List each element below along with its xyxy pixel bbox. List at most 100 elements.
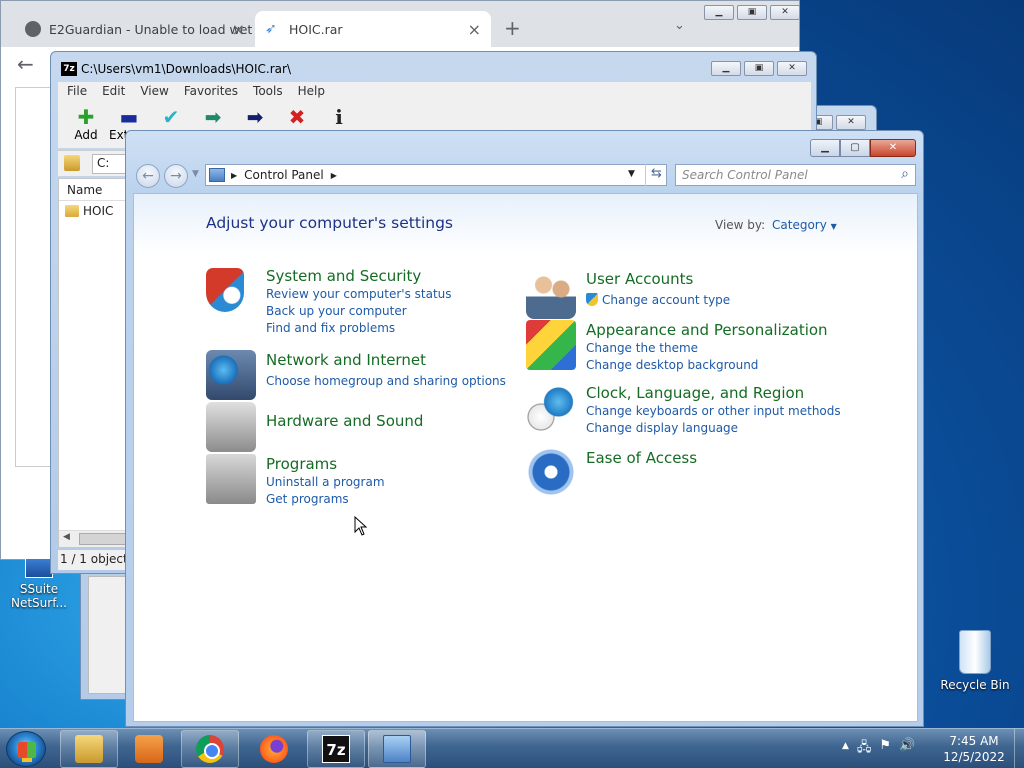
- category-user-accounts: User Accounts Change account type: [526, 269, 730, 319]
- category-link[interactable]: Change keyboards or other input methods: [586, 403, 841, 420]
- refresh-button[interactable]: ⇆: [645, 164, 667, 186]
- window-title: C:\Users\vm1\Downloads\HOIC.rar\: [81, 62, 291, 76]
- start-button[interactable]: [6, 731, 46, 767]
- scroll-thumb[interactable]: [79, 533, 127, 545]
- category-title[interactable]: User Accounts: [586, 269, 730, 289]
- shield-icon[interactable]: [206, 268, 244, 312]
- back-arrow-icon[interactable]: ←: [17, 52, 34, 76]
- menu-favorites[interactable]: Favorites: [177, 82, 246, 102]
- action-center-flag-icon[interactable]: ⚑: [879, 738, 891, 760]
- recycle-bin-icon: [959, 630, 991, 674]
- category-title[interactable]: Ease of Access: [586, 448, 697, 468]
- ssuite-netsurfer-icon: [25, 558, 53, 578]
- browser-tab-e2guardian[interactable]: E2Guardian - Unable to load wet ×: [15, 11, 255, 47]
- ease-of-access-icon[interactable]: [526, 447, 576, 497]
- delete-button[interactable]: ✖: [277, 106, 317, 128]
- taskbar-clock[interactable]: 7:45 AM 12/5/2022: [940, 733, 1008, 765]
- category-network-internet: Network and Internet Choose homegroup an…: [206, 350, 506, 400]
- category-link[interactable]: Uninstall a program: [266, 474, 385, 491]
- search-icon[interactable]: ⌕: [901, 166, 909, 182]
- category-link[interactable]: Choose homegroup and sharing options: [266, 373, 506, 390]
- browser-tab-hoic[interactable]: ➶ HOIC.rar ×: [255, 11, 491, 47]
- tab-search-chevron-icon[interactable]: ⌄: [674, 18, 685, 33]
- menu-tools[interactable]: Tools: [246, 82, 291, 102]
- network-icon[interactable]: [206, 350, 256, 400]
- menu-edit[interactable]: Edit: [95, 82, 133, 102]
- taskbar-explorer[interactable]: [60, 730, 118, 768]
- menu-help[interactable]: Help: [291, 82, 333, 102]
- close-button[interactable]: ✕: [836, 115, 866, 130]
- taskbar-chrome[interactable]: [181, 730, 239, 768]
- taskbar-control-panel[interactable]: [368, 730, 426, 768]
- control-panel-window: ▁ ▢ ✕ ← → ▼ ▶ Control Panel ▶ ▼ ⇆ Search…: [125, 130, 924, 727]
- breadcrumb-separator-icon[interactable]: ▶: [331, 171, 337, 180]
- scroll-left-icon[interactable]: ◀: [63, 532, 70, 542]
- move-button[interactable]: ➡: [235, 106, 275, 128]
- menu-view[interactable]: View: [133, 82, 176, 102]
- printer-speaker-icon[interactable]: [206, 402, 256, 452]
- close-button[interactable]: ✕: [870, 139, 916, 157]
- test-button[interactable]: ✔: [151, 106, 191, 128]
- search-input[interactable]: Search Control Panel ⌕: [675, 164, 916, 186]
- category-link[interactable]: Review your computer's status: [266, 286, 452, 303]
- maximize-button[interactable]: ▢: [840, 139, 870, 157]
- close-tab-icon[interactable]: ×: [468, 20, 481, 39]
- category-title[interactable]: System and Security: [266, 266, 452, 286]
- clock-globe-icon[interactable]: [526, 383, 576, 433]
- chrome-icon: [196, 735, 224, 763]
- volume-icon[interactable]: 🔊: [899, 738, 915, 760]
- programs-icon[interactable]: [206, 454, 256, 504]
- users-icon[interactable]: [526, 269, 576, 319]
- category-link[interactable]: Back up your computer: [266, 303, 452, 320]
- control-panel-small-icon: [209, 168, 225, 182]
- show-desktop-button[interactable]: [1014, 729, 1024, 768]
- add-button[interactable]: ✚ Add: [66, 106, 106, 142]
- address-dropdown-icon[interactable]: ▼: [628, 169, 635, 179]
- taskbar-media-player[interactable]: [120, 730, 178, 768]
- category-link[interactable]: Find and fix problems: [266, 320, 452, 337]
- view-by-dropdown[interactable]: Category ▼: [772, 218, 837, 232]
- category-link[interactable]: Change the theme: [586, 340, 828, 357]
- category-title[interactable]: Appearance and Personalization: [586, 320, 828, 340]
- breadcrumb[interactable]: Control Panel: [244, 168, 324, 182]
- category-title[interactable]: Hardware and Sound: [266, 411, 423, 431]
- globe-icon: [25, 21, 41, 37]
- info-button[interactable]: i: [319, 106, 359, 128]
- category-link[interactable]: Change desktop background: [586, 357, 828, 374]
- menu-file[interactable]: File: [60, 82, 95, 102]
- minimize-button[interactable]: ▁: [810, 139, 840, 157]
- maximize-button[interactable]: ▣: [744, 61, 774, 76]
- minimize-button[interactable]: ▁: [704, 5, 734, 20]
- category-title[interactable]: Clock, Language, and Region: [586, 383, 841, 403]
- minimize-button[interactable]: ▁: [711, 61, 741, 76]
- delete-icon: ✖: [288, 105, 306, 129]
- cp-address-bar[interactable]: ▶ Control Panel ▶ ▼: [205, 164, 667, 186]
- category-title[interactable]: Programs: [266, 454, 385, 474]
- category-link[interactable]: Change account type: [586, 292, 730, 309]
- network-tray-icon[interactable]: 🖧: [857, 738, 872, 760]
- category-link-label: Change account type: [602, 293, 731, 307]
- category-link[interactable]: Change display language: [586, 420, 841, 437]
- show-hidden-icons-icon[interactable]: ▲: [842, 741, 849, 760]
- mouse-cursor-icon: [354, 516, 368, 536]
- recent-pages-chevron-icon[interactable]: ▼: [192, 169, 199, 179]
- back-button[interactable]: ←: [136, 164, 160, 188]
- up-folder-icon[interactable]: [64, 155, 80, 171]
- view-by-value: Category: [772, 218, 827, 232]
- copy-button[interactable]: ➡: [193, 106, 233, 128]
- new-tab-button[interactable]: +: [504, 16, 521, 40]
- category-title[interactable]: Network and Internet: [266, 350, 506, 370]
- desktop-icon-recycle-bin[interactable]: Recycle Bin: [940, 630, 1010, 692]
- taskbar-firefox[interactable]: [245, 730, 303, 768]
- category-programs: Programs Uninstall a program Get program…: [206, 454, 385, 508]
- taskbar-7zip[interactable]: 7z: [307, 730, 365, 768]
- close-button[interactable]: ✕: [770, 5, 800, 20]
- close-button[interactable]: ✕: [777, 61, 807, 76]
- category-link[interactable]: Get programs: [266, 491, 385, 508]
- forward-button[interactable]: →: [164, 164, 188, 188]
- path-text: C:: [97, 156, 110, 170]
- close-tab-icon[interactable]: ×: [232, 20, 245, 39]
- cp-nav-buttons: ← → ▼: [136, 164, 206, 188]
- display-icon[interactable]: [526, 320, 576, 370]
- maximize-button[interactable]: ▣: [737, 5, 767, 20]
